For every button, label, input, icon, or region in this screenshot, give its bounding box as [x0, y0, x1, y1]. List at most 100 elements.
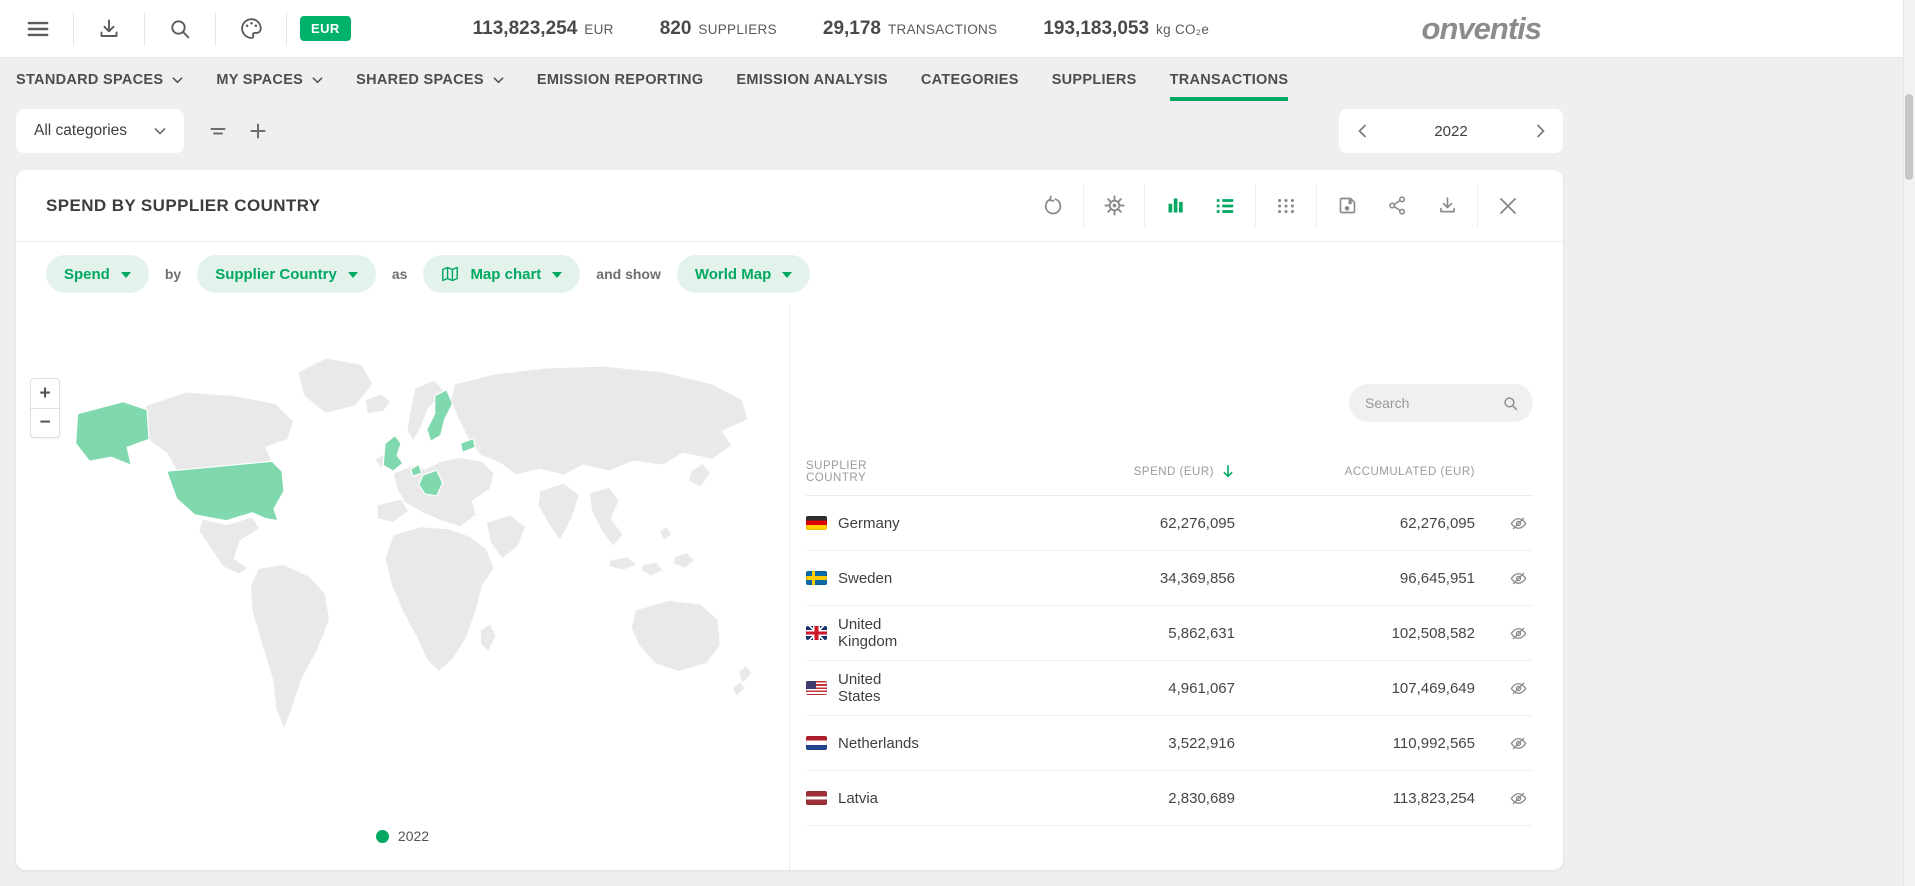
divider	[1144, 185, 1145, 227]
table-row[interactable]: Sweden 34,369,856 96,645,951	[806, 551, 1533, 606]
spend-cell: 3,522,916	[925, 735, 1235, 752]
spend-cell: 62,276,095	[925, 515, 1235, 532]
tab-label: SUPPLIERS	[1052, 72, 1137, 88]
tab-standard-spaces[interactable]: STANDARD SPACES	[16, 58, 183, 102]
refresh-button[interactable]	[1028, 186, 1078, 226]
filter-button[interactable]	[198, 111, 238, 151]
grid-view-button[interactable]	[1261, 186, 1311, 226]
world-map[interactable]	[28, 344, 772, 761]
export-button[interactable]	[87, 7, 131, 51]
list-view-button[interactable]	[1200, 186, 1250, 226]
country-name: Sweden	[838, 570, 892, 587]
chevron-right-icon	[1536, 124, 1545, 138]
map-country-united-states[interactable]	[167, 461, 284, 521]
map-country-latvia[interactable]	[461, 438, 476, 452]
hide-row-button[interactable]	[1503, 618, 1533, 648]
map-landmass	[631, 600, 720, 671]
country-name: United States	[838, 671, 925, 705]
scrollbar-thumb[interactable]	[1905, 94, 1913, 180]
vertical-scrollbar[interactable]	[1903, 0, 1915, 886]
search-input[interactable]	[1363, 394, 1494, 412]
dropdown-triangle-icon	[348, 272, 358, 283]
theme-button[interactable]	[229, 7, 273, 51]
hide-row-button[interactable]	[1503, 673, 1533, 703]
column-header-supplier-country[interactable]: SUPPLIER COUNTRY	[806, 460, 925, 484]
flag-netherlands-icon	[806, 736, 827, 750]
visualization-selector[interactable]: Map chart	[423, 255, 580, 293]
map-landmass	[250, 564, 329, 729]
table-row[interactable]: United States 4,961,067 107,469,649	[806, 661, 1533, 716]
widget-header: SPEND BY SUPPLIER COUNTRY	[16, 170, 1563, 242]
stat-unit: kg CO₂e	[1156, 22, 1209, 37]
table-row[interactable]: Netherlands 3,522,916 110,992,565	[806, 716, 1533, 771]
download-widget-button[interactable]	[1422, 186, 1472, 226]
dimension-selector[interactable]: Supplier Country	[197, 255, 376, 293]
chevron-down-icon	[312, 76, 323, 84]
country-name: Latvia	[838, 790, 878, 807]
tab-categories[interactable]: CATEGORIES	[921, 58, 1019, 102]
by-label: by	[165, 266, 181, 282]
map-icon	[441, 265, 459, 283]
hide-row-button[interactable]	[1503, 783, 1533, 813]
widget-content: + −	[16, 304, 1563, 870]
divider	[1083, 185, 1084, 227]
widget-toolbar	[1028, 185, 1533, 227]
close-widget-button[interactable]	[1483, 186, 1533, 226]
map-country-united-kingdom[interactable]	[383, 435, 403, 471]
measure-label: Spend	[64, 266, 110, 283]
legend-dot-icon	[376, 830, 389, 843]
tab-my-spaces[interactable]: MY SPACES	[216, 58, 323, 102]
hide-row-button[interactable]	[1503, 728, 1533, 758]
column-header-accumulated[interactable]: ACCUMULATED (EUR)	[1235, 466, 1475, 478]
category-selector[interactable]: All categories	[16, 109, 184, 153]
year-value[interactable]: 2022	[1434, 123, 1467, 140]
eye-off-icon	[1509, 789, 1528, 808]
dropdown-triangle-icon	[552, 272, 562, 283]
map-country-united-states-alaska[interactable]	[76, 402, 149, 465]
tab-emission-analysis[interactable]: EMISSION ANALYSIS	[736, 58, 887, 102]
eye-off-icon	[1509, 734, 1528, 753]
menu-button[interactable]	[16, 7, 60, 51]
divider	[144, 12, 145, 46]
category-selector-label: All categories	[34, 122, 127, 140]
flag-united-states-icon	[806, 681, 827, 695]
map-landmass	[732, 681, 745, 696]
tab-shared-spaces[interactable]: SHARED SPACES	[356, 58, 504, 102]
add-widget-button[interactable]	[238, 111, 278, 151]
dropdown-triangle-icon	[121, 272, 131, 283]
tab-transactions[interactable]: TRANSACTIONS	[1170, 58, 1289, 102]
previous-year-button[interactable]	[1345, 114, 1379, 148]
save-button[interactable]	[1322, 186, 1372, 226]
table-row[interactable]: Latvia 2,830,689 113,823,254	[806, 771, 1533, 826]
country-name: Germany	[838, 515, 900, 532]
measure-selector[interactable]: Spend	[46, 255, 149, 293]
and-show-label: and show	[596, 266, 661, 282]
stat-transactions: 29,178 TRANSACTIONS	[823, 18, 997, 40]
flag-latvia-icon	[806, 791, 827, 805]
zoom-out-button[interactable]: −	[31, 408, 59, 437]
table-row[interactable]: Germany 62,276,095 62,276,095	[806, 496, 1533, 551]
grid-dots-icon	[1275, 195, 1297, 217]
chart-view-button[interactable]	[1150, 186, 1200, 226]
map-landmass	[199, 517, 261, 575]
share-button[interactable]	[1372, 186, 1422, 226]
global-search-button[interactable]	[158, 7, 202, 51]
next-year-button[interactable]	[1523, 114, 1557, 148]
chevron-down-icon	[493, 76, 504, 84]
column-header-spend[interactable]: SPEND (EUR)	[925, 464, 1235, 479]
table-row[interactable]: United Kingdom 5,862,631 102,508,582	[806, 606, 1533, 661]
table-search[interactable]	[1349, 384, 1533, 422]
map-scope-selector[interactable]: World Map	[677, 255, 810, 293]
spend-cell: 4,961,067	[925, 680, 1235, 697]
map-landmass	[738, 666, 752, 684]
stat-value: 820	[660, 18, 692, 40]
download-icon	[1437, 195, 1458, 216]
hide-row-button[interactable]	[1503, 563, 1533, 593]
hide-row-button[interactable]	[1503, 508, 1533, 538]
tab-suppliers[interactable]: SUPPLIERS	[1052, 58, 1137, 102]
plus-icon	[249, 122, 267, 140]
settings-button[interactable]	[1089, 186, 1139, 226]
zoom-in-button[interactable]: +	[31, 379, 59, 408]
currency-badge[interactable]: EUR	[300, 16, 351, 41]
tab-emission-reporting[interactable]: EMISSION REPORTING	[537, 58, 704, 102]
